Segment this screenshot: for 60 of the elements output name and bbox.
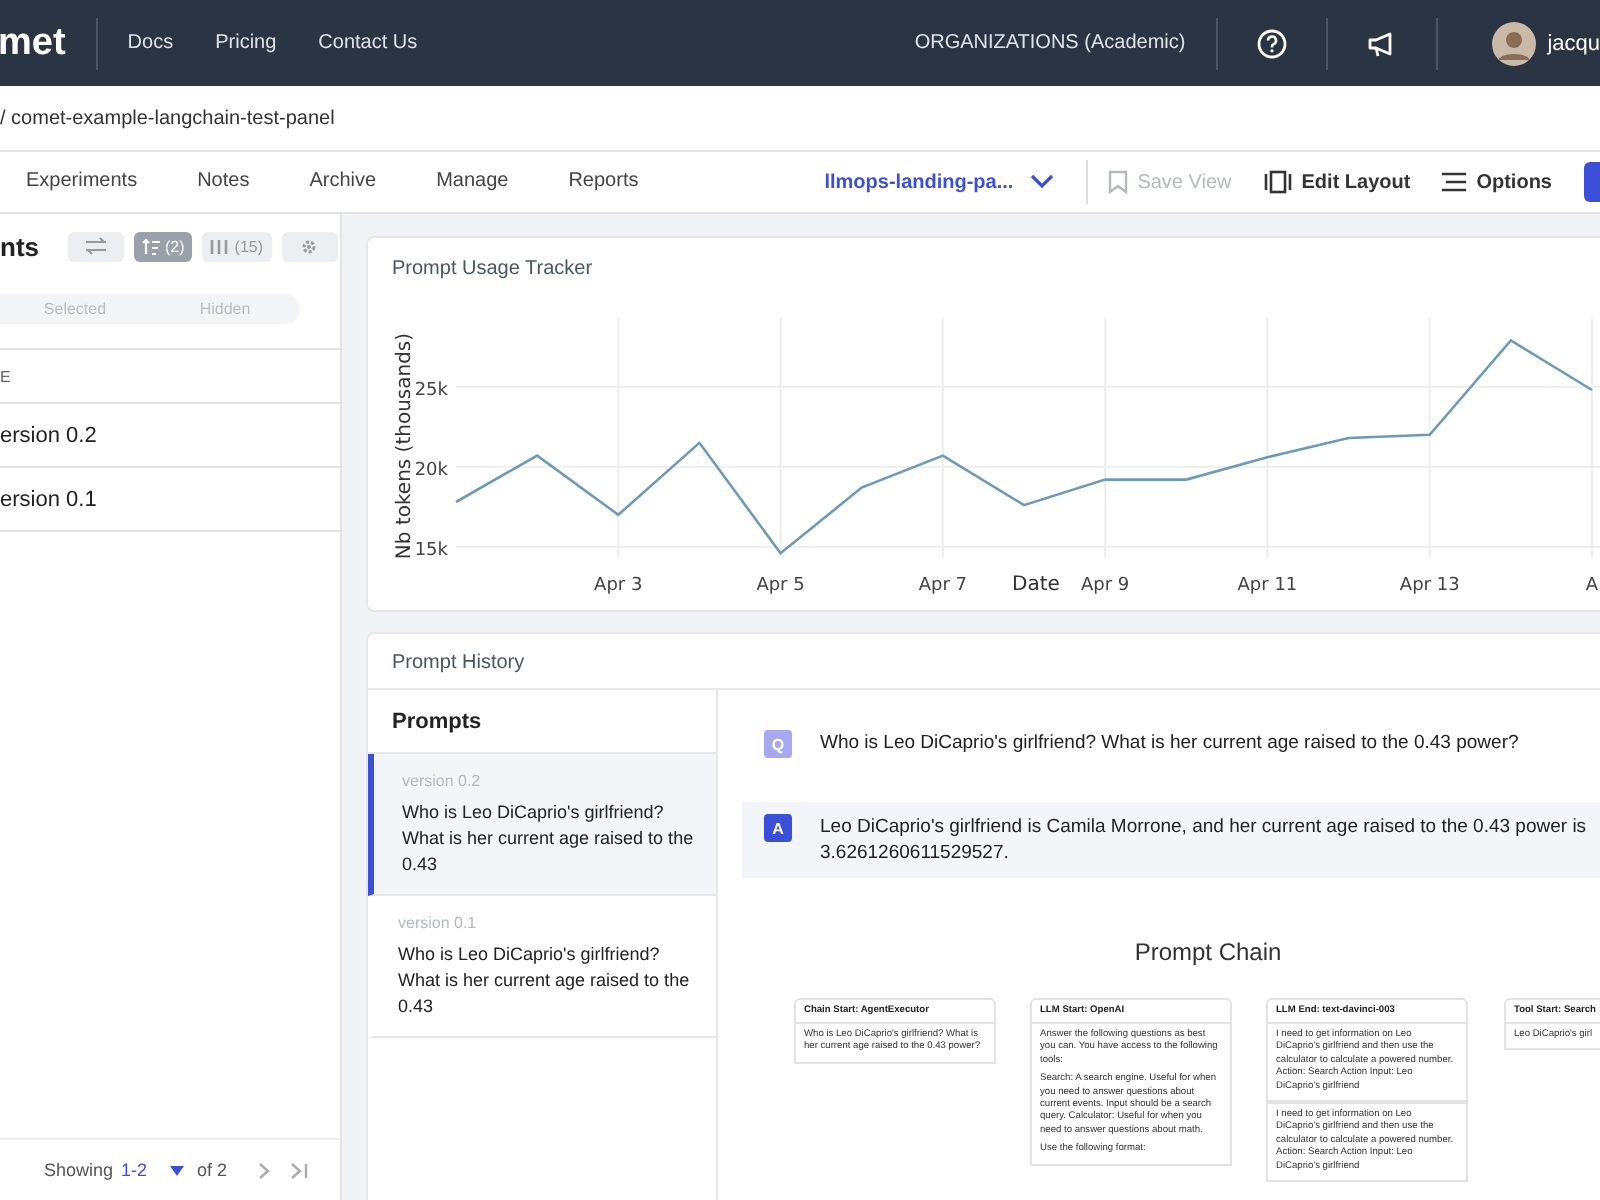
- x-tick-label: Apr 11: [1237, 576, 1298, 596]
- primary-button[interactable]: [1584, 162, 1600, 202]
- gear-icon: [300, 237, 319, 255]
- y-tick-label: 25k: [414, 380, 448, 401]
- message-text: Leo DiCaprio's girlfriend is Camila Morrone, and her current age raised to the 0.43 power is 3.6261260611529527.: [820, 814, 1589, 866]
- message-text: Who is Leo DiCaprio's girlfriend? What is her current age raised to the 0.43 power?: [820, 730, 1521, 756]
- options-button[interactable]: Options: [1442, 171, 1552, 193]
- next-page-icon[interactable]: [258, 1161, 270, 1179]
- nav-link[interactable]: Docs: [127, 32, 174, 54]
- columns-icon: [210, 237, 229, 255]
- breadcrumb[interactable]: / comet-example-langchain-test-panel: [0, 107, 335, 129]
- logo[interactable]: met: [0, 21, 66, 65]
- layout-icon: [1263, 170, 1292, 194]
- swap-icon: [83, 236, 107, 256]
- tab[interactable]: Reports: [568, 153, 639, 211]
- chevron-down-icon: [1029, 174, 1054, 190]
- nav-link[interactable]: Pricing: [215, 32, 277, 54]
- x-tick-label: Apr 5: [756, 576, 805, 596]
- prompt-item[interactable]: version 0.1 Who is Leo DiCaprio's girlfriend? What is her current age raised to the 0.43: [368, 896, 716, 1038]
- gear-button[interactable]: [281, 231, 338, 261]
- card-title: Prompt Usage Tracker: [392, 258, 593, 280]
- experiment-name[interactable]: ersion 0.2: [0, 423, 97, 447]
- answer-badge: A: [764, 814, 792, 842]
- tab[interactable]: Experiments: [26, 153, 138, 211]
- x-tick-label: A: [1585, 576, 1599, 596]
- swap-button[interactable]: [67, 231, 123, 261]
- tab[interactable]: Notes: [197, 153, 250, 211]
- chain-title: Prompt Chain: [1134, 938, 1282, 966]
- lines-icon: [1442, 172, 1467, 192]
- card-title: Prompt History: [392, 652, 525, 674]
- prompt-item[interactable]: version 0.2 Who is Leo DiCaprio's girlfriend? What is her current age raised to the 0.43: [368, 754, 716, 896]
- avatar-icon[interactable]: [1491, 21, 1536, 65]
- pager-total: of 2: [197, 1160, 228, 1180]
- x-tick-label: Apr 7: [918, 576, 968, 596]
- column-header: E: [0, 367, 11, 385]
- user-name[interactable]: jacqu: [1547, 31, 1600, 55]
- bookmark-icon: [1107, 170, 1128, 194]
- y-axis-title: Nb tokens (thousands): [394, 332, 416, 560]
- organizations-link[interactable]: ORGANIZATIONS (Academic): [914, 32, 1186, 54]
- pager-label: Showing: [44, 1160, 114, 1180]
- layout-button[interactable]: Edit Layout: [1263, 170, 1411, 194]
- tab[interactable]: Manage: [436, 153, 509, 211]
- page-range-select[interactable]: 1-2: [121, 1160, 184, 1180]
- y-tick-label: 20k: [414, 460, 448, 481]
- caret-icon: [169, 1165, 184, 1175]
- view-dropdown[interactable]: llmops-landing-pa...: [824, 171, 1054, 193]
- prompts-heading: Prompts: [392, 709, 482, 733]
- last-page-icon[interactable]: [290, 1161, 308, 1179]
- sidebar-title: nts: [0, 231, 39, 261]
- sort-icon: [141, 237, 159, 255]
- question-badge: Q: [764, 730, 792, 758]
- x-tick-label: Apr 3: [594, 576, 643, 596]
- experiment-name[interactable]: ersion 0.1: [0, 487, 97, 511]
- x-tick-label: Apr 13: [1399, 576, 1460, 596]
- y-tick-label: 15k: [414, 540, 448, 561]
- x-axis-title: Date: [1012, 574, 1060, 596]
- tab[interactable]: Archive: [309, 153, 377, 211]
- help-icon[interactable]: [1255, 27, 1288, 59]
- nav-link[interactable]: Contact Us: [318, 32, 418, 54]
- x-tick-label: Apr 9: [1080, 576, 1130, 596]
